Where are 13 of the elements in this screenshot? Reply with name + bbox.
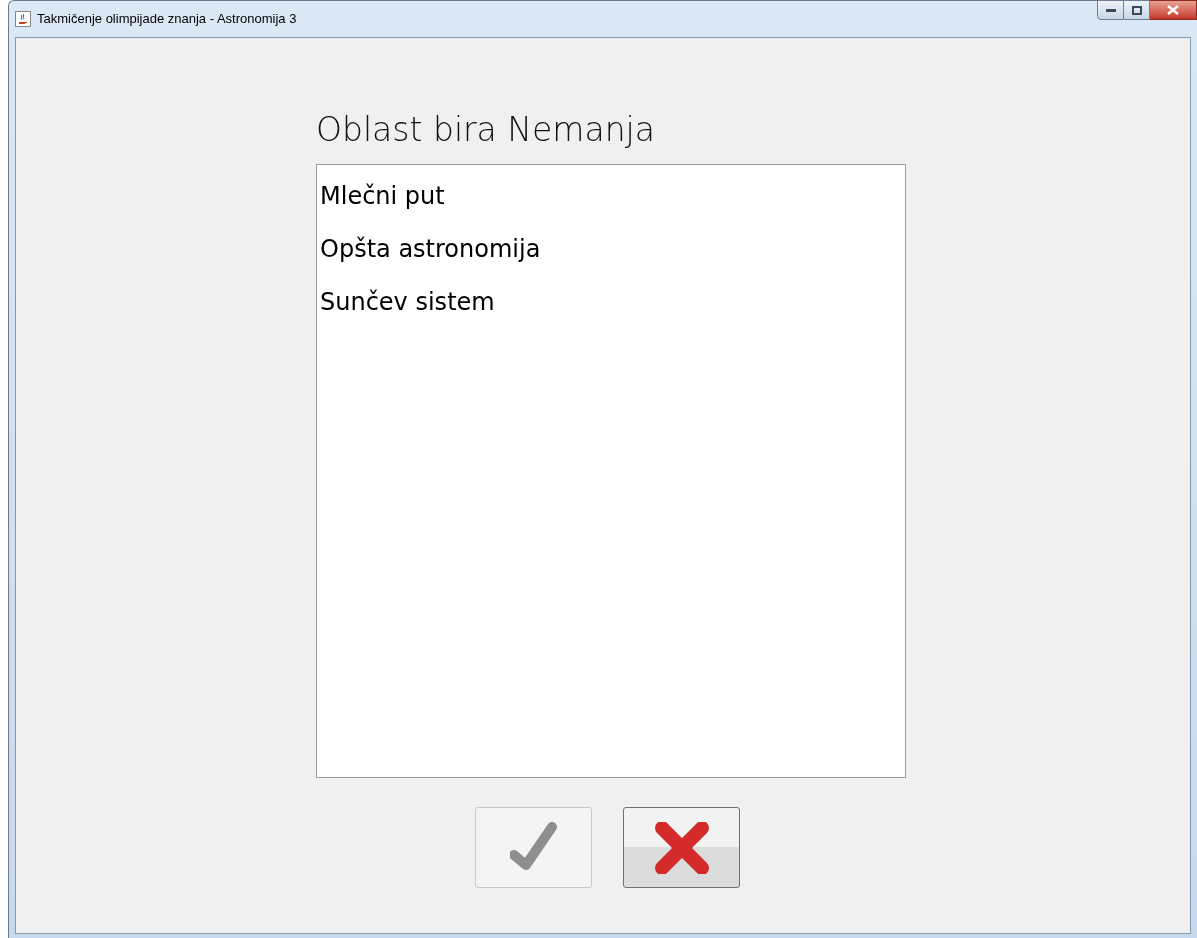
cancel-button[interactable]: [623, 807, 740, 888]
close-button[interactable]: [1150, 0, 1197, 20]
cross-icon: [653, 821, 710, 874]
window-title: Takmičenje olimpijade znanja - Astronomija 3: [37, 10, 297, 29]
maximize-button[interactable]: [1124, 0, 1150, 20]
maximize-icon: [1131, 5, 1142, 15]
list-item[interactable]: Opšta astronomija: [317, 223, 541, 276]
list-item[interactable]: Mlečni put: [317, 170, 445, 223]
minimize-icon: [1105, 8, 1116, 12]
close-icon: [1167, 5, 1179, 15]
minimize-button[interactable]: [1097, 0, 1124, 20]
list-item[interactable]: Sunčev sistem: [317, 276, 495, 329]
heading: Oblast bira Nemanja: [316, 110, 655, 150]
